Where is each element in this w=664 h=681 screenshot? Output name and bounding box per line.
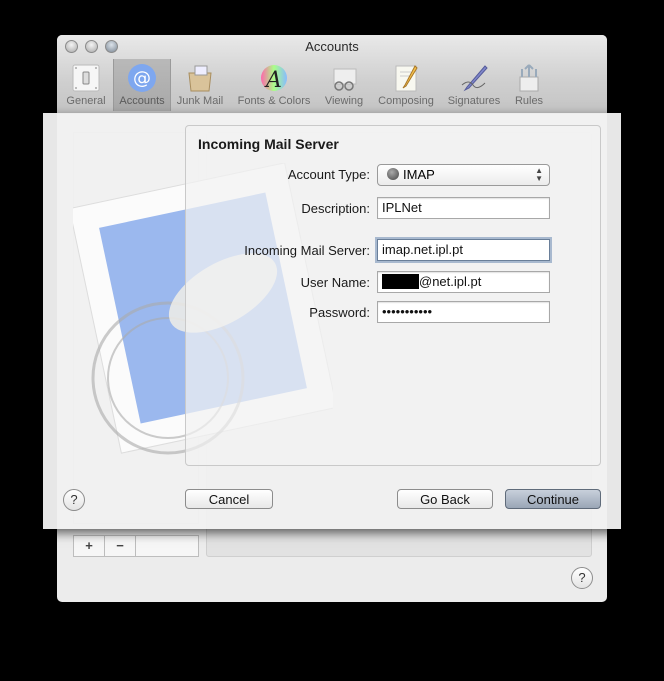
toolbar-label: Accounts (119, 95, 165, 107)
toolbar-label: Viewing (324, 95, 364, 107)
toolbar-label: General (66, 95, 106, 107)
remove-account-button[interactable]: − (105, 536, 136, 556)
toolbar-label: Signatures (447, 95, 501, 107)
sheet-title: Incoming Mail Server (198, 136, 339, 152)
toolbar-item-general[interactable]: General (63, 59, 109, 111)
toolbar-label: Fonts & Colors (237, 95, 311, 107)
continue-button[interactable]: Continue (505, 489, 601, 509)
description-label: Description: (301, 201, 370, 216)
user-name-label: User Name: (300, 275, 370, 290)
incoming-server-label: Incoming Mail Server: (244, 243, 370, 258)
account-type-select[interactable]: IMAP ▲ ▼ (377, 164, 550, 186)
toolbar-label: Rules (514, 95, 544, 107)
toolbar-item-viewing[interactable]: Viewing (319, 59, 369, 111)
account-type-label: Account Type: (287, 167, 370, 182)
rules-arrows-icon (519, 64, 539, 92)
password-label: Password: (309, 305, 370, 320)
toolbar-label: Composing (378, 95, 434, 107)
toolbar-item-rules[interactable]: Rules (509, 59, 549, 111)
toolbar-label: Junk Mail (176, 95, 224, 107)
composing-pencil-icon (395, 65, 418, 92)
toolbar-item-composing[interactable]: Composing (373, 59, 439, 111)
toolbar-item-fonts-colors[interactable]: A Fonts & Colors (233, 59, 315, 111)
select-arrows-icon: ▲ ▼ (535, 166, 543, 183)
general-switch-icon (72, 64, 100, 92)
incoming-mail-server-sheet: Incoming Mail Server Account Type: IMAP … (43, 113, 621, 529)
signatures-pen-icon (461, 65, 488, 92)
account-list-controls: + − (73, 535, 199, 557)
toolbar-item-accounts[interactable]: @ Accounts (113, 59, 171, 111)
at-sign-icon: @ (128, 64, 156, 92)
go-back-button[interactable]: Go Back (397, 489, 493, 509)
toolbar-item-junk-mail[interactable]: Junk Mail (173, 59, 227, 111)
cancel-button[interactable]: Cancel (185, 489, 273, 509)
title-bar: Accounts General @ Accounts Junk Mail A … (57, 35, 607, 114)
fonts-colors-icon: A (261, 65, 287, 93)
sheet-help-button[interactable]: ? (63, 489, 85, 511)
junk-mail-bag-icon (188, 65, 212, 92)
incoming-server-field[interactable]: imap.net.ipl.pt (377, 239, 550, 261)
sheet-content-panel: Incoming Mail Server Account Type: IMAP … (185, 125, 601, 466)
password-field[interactable]: ••••••••••• (377, 301, 550, 323)
svg-text:A: A (264, 68, 282, 93)
redacted-block (382, 274, 419, 289)
svg-text:@: @ (133, 68, 151, 89)
add-account-button[interactable]: + (74, 536, 105, 556)
user-name-suffix: @net.ipl.pt (419, 274, 482, 289)
toolbar-item-signatures[interactable]: Signatures (443, 59, 505, 111)
window-help-button[interactable]: ? (571, 567, 593, 589)
account-type-value: IMAP (403, 167, 435, 182)
globe-icon (387, 168, 399, 180)
user-name-field[interactable]: @net.ipl.pt (377, 271, 550, 293)
viewing-glasses-icon (333, 68, 357, 91)
window-title: Accounts (305, 39, 359, 54)
description-field[interactable]: IPLNet (377, 197, 550, 219)
